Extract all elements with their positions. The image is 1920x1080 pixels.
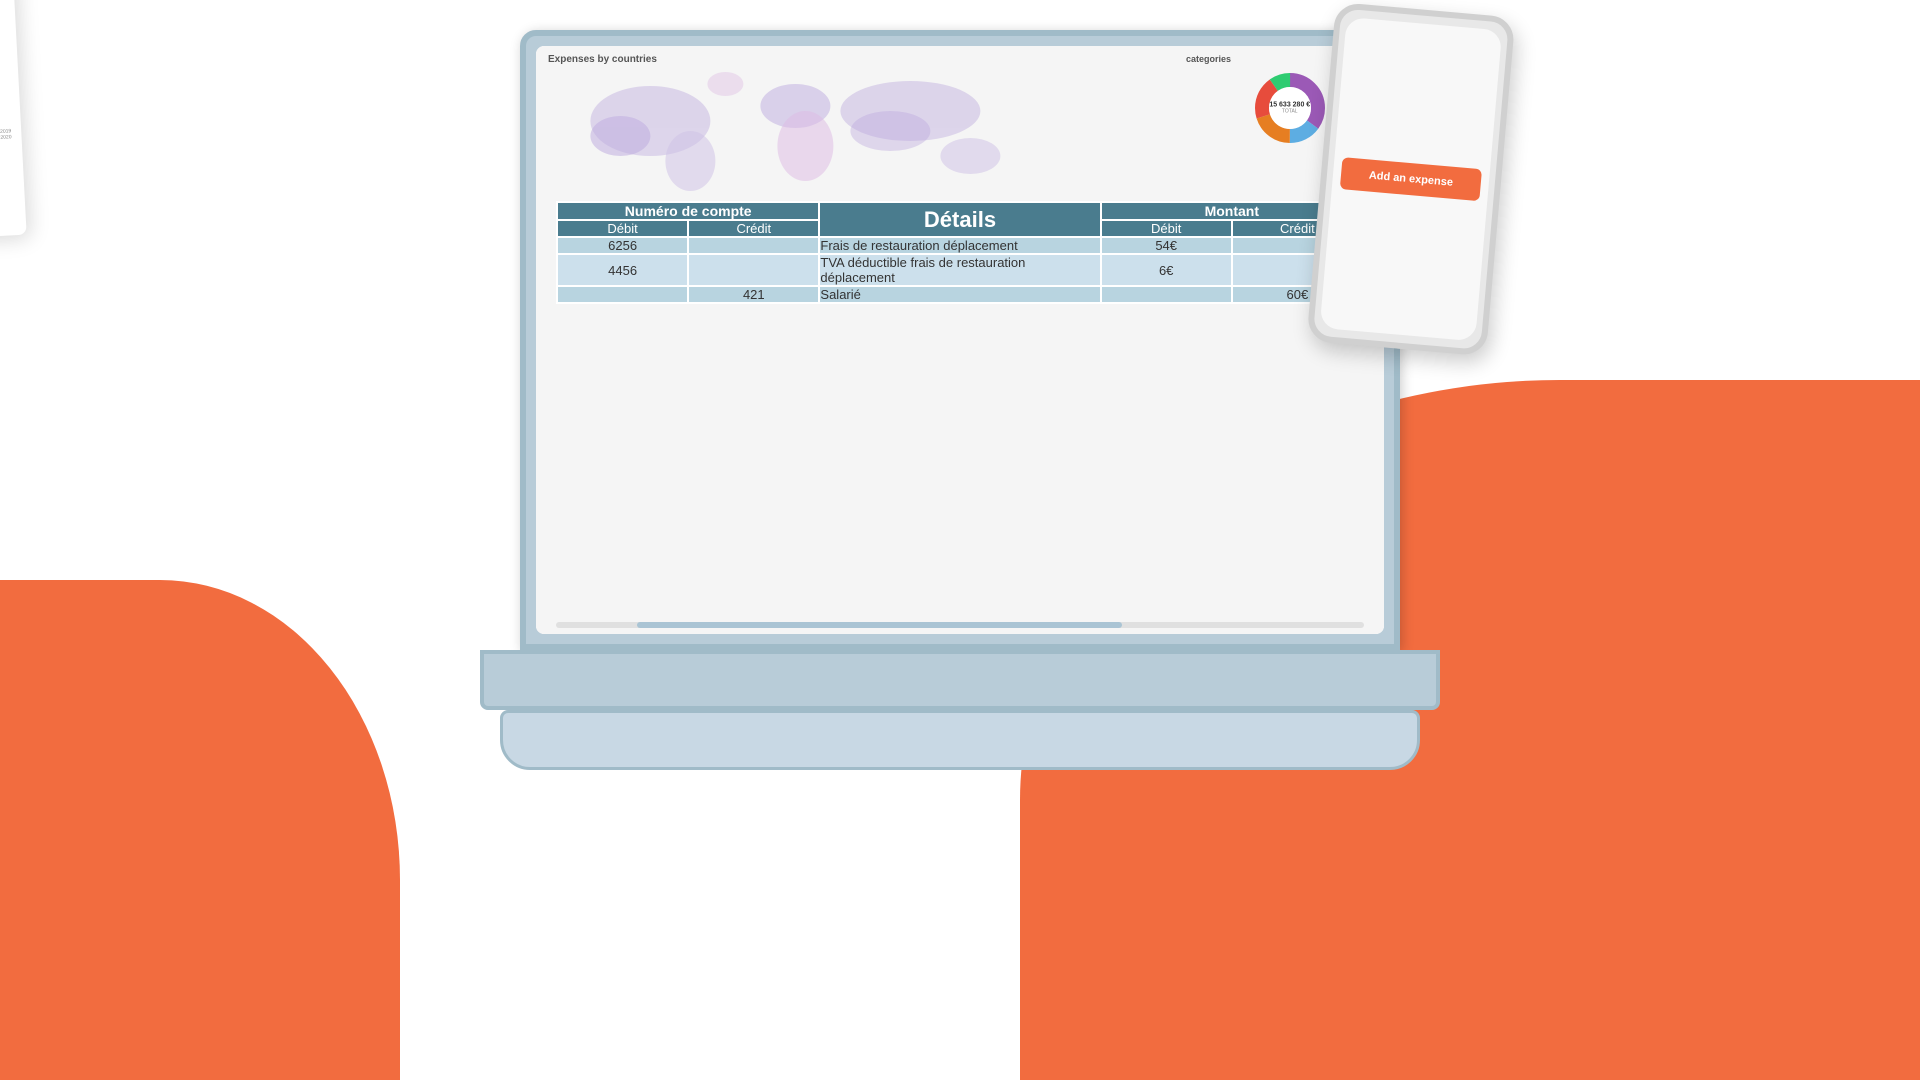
col1-sub2: Crédit bbox=[688, 220, 819, 237]
table-row: 421 Salarié 60€ bbox=[557, 286, 1363, 303]
row2-credit-account bbox=[688, 254, 819, 286]
laptop-screen-inner: Expenses by countries bbox=[536, 46, 1384, 634]
donut-chart-container: 15 633 280 € TOTAL bbox=[1250, 68, 1330, 148]
accounting-table: Numéro de compte Détails Montant Débit C… bbox=[556, 201, 1364, 304]
details-header: Détails bbox=[819, 202, 1100, 237]
row2-debit-account: 4456 bbox=[557, 254, 688, 286]
phone-body: Add an expense bbox=[1306, 2, 1515, 356]
laptop: Expenses by countries bbox=[480, 30, 1440, 810]
col3-sub1: Débit bbox=[1101, 220, 1232, 237]
categories-title: categories bbox=[1186, 54, 1231, 64]
row3-debit-account bbox=[557, 286, 688, 303]
world-map-area bbox=[546, 66, 1055, 196]
scrollbar[interactable] bbox=[556, 622, 1364, 628]
row1-debit-account: 6256 bbox=[557, 237, 688, 254]
left-stat-card: % of Rejected Expense 7,2% July, 20 bbox=[0, 0, 27, 245]
scrollbar-thumb[interactable] bbox=[637, 622, 1122, 628]
add-expense-button[interactable]: Add an expense bbox=[1340, 157, 1482, 201]
table-row: 6256 Frais de restauration déplacement 5… bbox=[557, 237, 1363, 254]
row1-details: Frais de restauration déplacement bbox=[819, 237, 1100, 254]
row3-debit-amount bbox=[1101, 286, 1232, 303]
col1-sub1: Débit bbox=[557, 220, 688, 237]
row2-details: TVA déductible frais de restauration dép… bbox=[819, 254, 1100, 286]
rejected-title: % of Rejected Expense bbox=[0, 0, 4, 4]
accounting-table-container: Numéro de compte Détails Montant Débit C… bbox=[556, 201, 1364, 614]
table-row: 4456 TVA déductible frais de restauratio… bbox=[557, 254, 1363, 286]
background-blob-left bbox=[0, 580, 400, 1080]
laptop-screen-outer: Expenses by countries bbox=[520, 30, 1400, 650]
row3-credit-account: 421 bbox=[688, 286, 819, 303]
row1-credit-account bbox=[688, 237, 819, 254]
col1-header: Numéro de compte bbox=[557, 202, 819, 220]
row3-details: Salarié bbox=[819, 286, 1100, 303]
date-labels-2: January 2020 April 2020 bbox=[0, 134, 12, 149]
screen-content: Expenses by countries bbox=[536, 46, 1384, 634]
laptop-base bbox=[480, 650, 1440, 710]
phone-screen: Add an expense bbox=[1320, 17, 1503, 341]
laptop-bottom bbox=[500, 710, 1420, 770]
row2-debit-amount: 6€ bbox=[1101, 254, 1232, 286]
row1-debit-amount: 54€ bbox=[1101, 237, 1232, 254]
phone: Add an expense bbox=[1305, 2, 1536, 378]
